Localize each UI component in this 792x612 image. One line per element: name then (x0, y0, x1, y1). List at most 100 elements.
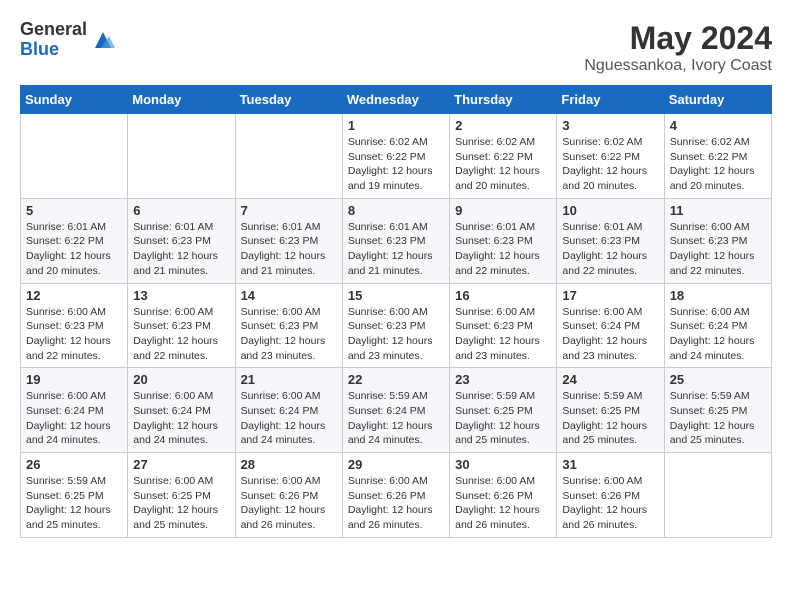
calendar-cell: 12Sunrise: 6:00 AM Sunset: 6:23 PM Dayli… (21, 283, 128, 368)
week-row-5: 26Sunrise: 5:59 AM Sunset: 6:25 PM Dayli… (21, 453, 772, 538)
day-info: Sunrise: 6:02 AM Sunset: 6:22 PM Dayligh… (670, 135, 766, 194)
day-number: 29 (348, 457, 444, 472)
logo-general: General (20, 20, 87, 40)
calendar-cell: 14Sunrise: 6:00 AM Sunset: 6:23 PM Dayli… (235, 283, 342, 368)
calendar-cell: 17Sunrise: 6:00 AM Sunset: 6:24 PM Dayli… (557, 283, 664, 368)
day-number: 2 (455, 118, 551, 133)
calendar-cell: 15 Sunrise: 6:00 AM Sunset: 6:23 PM Dayli… (342, 283, 449, 368)
day-info: Sunrise: 5:59 AM Sunset: 6:25 PM Dayligh… (455, 389, 551, 448)
calendar-cell: 11 Sunrise: 6:00 AM Sunset: 6:23 PM Dayli… (664, 198, 771, 283)
week-row-2: 5 Sunrise: 6:01 AM Sunset: 6:22 PM Daylig… (21, 198, 772, 283)
day-number: 22 (348, 372, 444, 387)
day-number: 11 (670, 203, 766, 218)
day-info: Sunrise: 6:02 AM Sunset: 6:22 PM Dayligh… (562, 135, 658, 194)
day-info: Sunrise: 6:00 AM Sunset: 6:24 PM Dayligh… (670, 305, 766, 364)
day-number: 20 (133, 372, 229, 387)
calendar-cell: 18 Sunrise: 6:00 AM Sunset: 6:24 PM Dayli… (664, 283, 771, 368)
calendar-cell: 4Sunrise: 6:02 AM Sunset: 6:22 PM Daylig… (664, 114, 771, 199)
day-number: 26 (26, 457, 122, 472)
day-number: 13 (133, 288, 229, 303)
calendar-cell: 28 Sunrise: 6:00 AM Sunset: 6:26 PM Dayli… (235, 453, 342, 538)
calendar-cell: 27 Sunrise: 6:00 AM Sunset: 6:25 PM Dayli… (128, 453, 235, 538)
calendar-cell: 22 Sunrise: 5:59 AM Sunset: 6:24 PM Dayli… (342, 368, 449, 453)
location-title: Nguessankoa, Ivory Coast (584, 57, 772, 75)
day-number: 18 (670, 288, 766, 303)
day-number: 9 (455, 203, 551, 218)
logo-text: General Blue (20, 20, 87, 60)
day-info: Sunrise: 6:00 AM Sunset: 6:24 PM Dayligh… (26, 389, 122, 448)
day-number: 24 (562, 372, 658, 387)
day-number: 27 (133, 457, 229, 472)
day-number: 10 (562, 203, 658, 218)
day-info: Sunrise: 6:00 AM Sunset: 6:25 PM Dayligh… (133, 474, 229, 533)
calendar-cell: 23 Sunrise: 5:59 AM Sunset: 6:25 PM Dayli… (450, 368, 557, 453)
day-header-monday: Monday (128, 86, 235, 114)
day-header-thursday: Thursday (450, 86, 557, 114)
day-number: 28 (241, 457, 337, 472)
calendar-cell: 9Sunrise: 6:01 AM Sunset: 6:23 PM Daylig… (450, 198, 557, 283)
week-row-3: 12 Sunrise: 6:00 AM Sunset: 6:23 PM Dayli… (21, 283, 772, 368)
day-info: Sunrise: 6:00 AM Sunset: 6:23 PM Dayligh… (455, 305, 551, 364)
day-info: Sunrise: 6:00 AM Sunset: 6:26 PM Dayligh… (348, 474, 444, 533)
day-number: 3 (562, 118, 658, 133)
day-number: 8 (348, 203, 444, 218)
day-number: 5 (26, 203, 122, 218)
day-info: Sunrise: 6:01 AM Sunset: 6:23 PM Dayligh… (133, 220, 229, 279)
day-info: Sunrise: 6:02 AM Sunset: 6:22 PM Dayligh… (348, 135, 444, 194)
calendar-cell: 24 Sunrise: 5:59 AM Sunset: 6:25 PM Dayli… (557, 368, 664, 453)
day-info: Sunrise: 6:00 AM Sunset: 6:23 PM Dayligh… (348, 305, 444, 364)
calendar-cell: 3 Sunrise: 6:02 AM Sunset: 6:22 PM Daylig… (557, 114, 664, 199)
calendar-cell: 30Sunrise: 6:00 AM Sunset: 6:26 PM Dayli… (450, 453, 557, 538)
calendar-cell: 16 Sunrise: 6:00 AM Sunset: 6:23 PM Dayli… (450, 283, 557, 368)
day-number: 15 (348, 288, 444, 303)
day-info: Sunrise: 6:01 AM Sunset: 6:23 PM Dayligh… (562, 220, 658, 279)
calendar-cell: 20Sunrise: 6:00 AM Sunset: 6:24 PM Dayli… (128, 368, 235, 453)
calendar-cell: 13 Sunrise: 6:00 AM Sunset: 6:23 PM Dayli… (128, 283, 235, 368)
calendar-cell (128, 114, 235, 199)
day-number: 23 (455, 372, 551, 387)
day-header-tuesday: Tuesday (235, 86, 342, 114)
logo-blue: Blue (20, 40, 87, 60)
day-info: Sunrise: 6:00 AM Sunset: 6:23 PM Dayligh… (670, 220, 766, 279)
day-info: Sunrise: 6:00 AM Sunset: 6:24 PM Dayligh… (241, 389, 337, 448)
calendar-table: SundayMondayTuesdayWednesdayThursdayFrid… (20, 85, 772, 538)
day-info: Sunrise: 6:00 AM Sunset: 6:26 PM Dayligh… (562, 474, 658, 533)
page: General Blue May 2024 Nguessankoa, Ivory… (0, 0, 792, 548)
calendar-cell: 2Sunrise: 6:02 AM Sunset: 6:22 PM Daylig… (450, 114, 557, 199)
calendar-cell: 10 Sunrise: 6:01 AM Sunset: 6:23 PM Dayli… (557, 198, 664, 283)
calendar-cell: 1 Sunrise: 6:02 AM Sunset: 6:22 PM Daylig… (342, 114, 449, 199)
calendar-cell: 21 Sunrise: 6:00 AM Sunset: 6:24 PM Dayli… (235, 368, 342, 453)
day-number: 19 (26, 372, 122, 387)
title-block: May 2024 Nguessankoa, Ivory Coast (584, 20, 772, 75)
calendar-cell (664, 453, 771, 538)
day-info: Sunrise: 5:59 AM Sunset: 6:25 PM Dayligh… (670, 389, 766, 448)
day-number: 16 (455, 288, 551, 303)
day-number: 31 (562, 457, 658, 472)
day-info: Sunrise: 5:59 AM Sunset: 6:25 PM Dayligh… (562, 389, 658, 448)
calendar-cell: 6Sunrise: 6:01 AM Sunset: 6:23 PM Daylig… (128, 198, 235, 283)
day-number: 17 (562, 288, 658, 303)
day-info: Sunrise: 6:01 AM Sunset: 6:22 PM Dayligh… (26, 220, 122, 279)
day-header-saturday: Saturday (664, 86, 771, 114)
day-header-wednesday: Wednesday (342, 86, 449, 114)
day-info: Sunrise: 6:00 AM Sunset: 6:23 PM Dayligh… (241, 305, 337, 364)
day-number: 25 (670, 372, 766, 387)
calendar-cell (235, 114, 342, 199)
day-info: Sunrise: 6:00 AM Sunset: 6:26 PM Dayligh… (455, 474, 551, 533)
calendar-cell: 7Sunrise: 6:01 AM Sunset: 6:23 PM Daylig… (235, 198, 342, 283)
calendar-cell: 5 Sunrise: 6:01 AM Sunset: 6:22 PM Daylig… (21, 198, 128, 283)
day-info: Sunrise: 5:59 AM Sunset: 6:24 PM Dayligh… (348, 389, 444, 448)
day-number: 12 (26, 288, 122, 303)
month-title: May 2024 (584, 20, 772, 57)
day-header-sunday: Sunday (21, 86, 128, 114)
day-number: 7 (241, 203, 337, 218)
logo: General Blue (20, 20, 115, 60)
day-number: 1 (348, 118, 444, 133)
day-info: Sunrise: 6:00 AM Sunset: 6:23 PM Dayligh… (133, 305, 229, 364)
day-number: 21 (241, 372, 337, 387)
week-row-4: 19 Sunrise: 6:00 AM Sunset: 6:24 PM Dayli… (21, 368, 772, 453)
calendar-cell: 31 Sunrise: 6:00 AM Sunset: 6:26 PM Dayli… (557, 453, 664, 538)
day-info: Sunrise: 6:00 AM Sunset: 6:26 PM Dayligh… (241, 474, 337, 533)
calendar-cell: 8Sunrise: 6:01 AM Sunset: 6:23 PM Daylig… (342, 198, 449, 283)
logo-icon (91, 28, 115, 52)
